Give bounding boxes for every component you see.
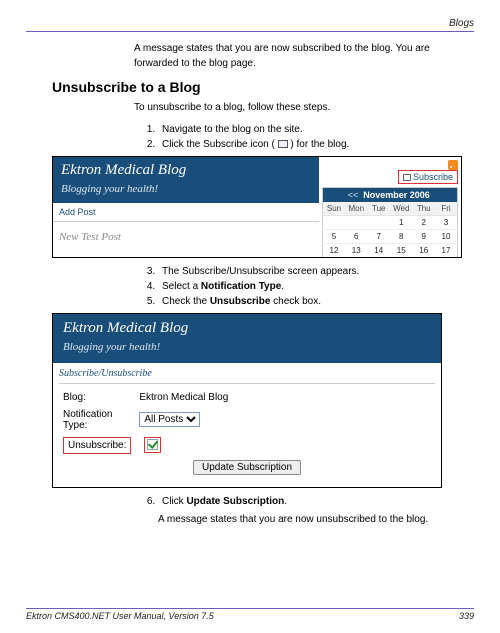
section-heading: Unsubscribe to a Blog <box>52 79 474 95</box>
row-unsub: Unsubscribe: <box>59 434 435 457</box>
subscribe-mini-icon <box>403 174 411 181</box>
notif-cell: All Posts <box>135 406 435 434</box>
blog-value: Ektron Medical Blog <box>135 389 435 406</box>
subscribe-form: Subscribe/Unsubscribe Blog: Ektron Medic… <box>53 363 441 487</box>
screenshot-unsubscribe-form: Ektron Medical Blog Blogging your health… <box>52 313 442 488</box>
calendar: << November 2006 Sun Mon Tue Wed Thu Fri… <box>322 187 458 257</box>
cal-prev[interactable]: << <box>348 190 359 200</box>
blog-title: Ektron Medical Blog <box>61 162 311 179</box>
steps-list-a: Navigate to the blog on the site. Click … <box>158 124 474 150</box>
screenshot-blog-calendar: Ektron Medical Blog Blogging your health… <box>52 156 462 258</box>
manual-page: Blogs A message states that you are now … <box>0 0 500 633</box>
step-2: Click the Subscribe icon ( ) for the blo… <box>158 139 474 150</box>
outro-paragraph: A message states that you are now unsubs… <box>158 513 474 528</box>
cal-row-3: 12 13 14 15 16 17 <box>323 244 458 258</box>
blog-header: Ektron Medical Blog Blogging your health… <box>53 157 319 203</box>
unsubscribe-checkbox[interactable] <box>147 439 158 450</box>
running-header: Blogs <box>26 18 474 32</box>
rss-icon[interactable] <box>448 160 458 170</box>
steps-list-c: Click Update Subscription. <box>158 496 474 507</box>
calendar-month-bar: << November 2006 <box>323 188 458 203</box>
section-intro: To unsubscribe to a blog, follow these s… <box>134 101 474 116</box>
row-update: Update Subscription <box>59 457 435 478</box>
subscribe-button[interactable]: Subscribe <box>398 170 458 184</box>
step-6: Click Update Subscription. <box>158 496 474 507</box>
post-title-link[interactable]: New Test Post <box>53 222 321 243</box>
calendar-panel: Subscribe << November 2006 Sun Mon Tue W… <box>319 157 461 258</box>
step-4: Select a Notification Type. <box>158 281 474 292</box>
footer-doc-title: Ektron CMS400.NET User Manual, Version 7… <box>26 611 214 621</box>
step-5: Check the Unsubscribe check box. <box>158 296 474 307</box>
unsub-label-cell: Unsubscribe: <box>59 434 135 457</box>
blog-title-2: Ektron Medical Blog <box>63 320 431 337</box>
blog-subtitle: Blogging your health! <box>61 183 311 195</box>
row-blog: Blog: Ektron Medical Blog <box>59 389 435 406</box>
blog-subtitle-2: Blogging your health! <box>63 341 431 353</box>
step-1: Navigate to the blog on the site. <box>158 124 474 135</box>
step-3: The Subscribe/Unsubscribe screen appears… <box>158 266 474 277</box>
form-table: Blog: Ektron Medical Blog Notification T… <box>59 389 435 478</box>
cal-row-1: 1 2 3 <box>323 216 458 230</box>
footer-page-number: 339 <box>459 611 474 621</box>
rss-subscribe-row: Subscribe <box>319 160 458 185</box>
unsub-label-highlight: Unsubscribe: <box>63 437 131 454</box>
add-post-link[interactable]: Add Post <box>53 203 321 222</box>
cal-month: November 2006 <box>363 190 430 200</box>
page-footer: Ektron CMS400.NET User Manual, Version 7… <box>26 608 474 621</box>
cal-row-2: 5 6 7 8 9 10 <box>323 230 458 244</box>
update-subscription-button[interactable]: Update Subscription <box>193 460 301 475</box>
row-notif: Notification Type: All Posts <box>59 406 435 434</box>
blog-label: Blog: <box>59 389 135 406</box>
form-heading: Subscribe/Unsubscribe <box>59 368 435 384</box>
unsub-chk-cell <box>135 434 435 457</box>
steps-list-b: The Subscribe/Unsubscribe screen appears… <box>158 266 474 307</box>
cal-dow-row: Sun Mon Tue Wed Thu Fri <box>323 202 458 216</box>
intro-paragraph: A message states that you are now subscr… <box>134 42 474 71</box>
unsub-checkbox-highlight <box>144 437 161 452</box>
blog-left-col: Add Post New Test Post <box>53 203 321 243</box>
notif-type-select[interactable]: All Posts <box>139 412 200 427</box>
notif-label: Notification Type: <box>59 406 135 434</box>
blog-header-2: Ektron Medical Blog Blogging your health… <box>53 314 441 363</box>
subscribe-icon <box>278 140 288 148</box>
